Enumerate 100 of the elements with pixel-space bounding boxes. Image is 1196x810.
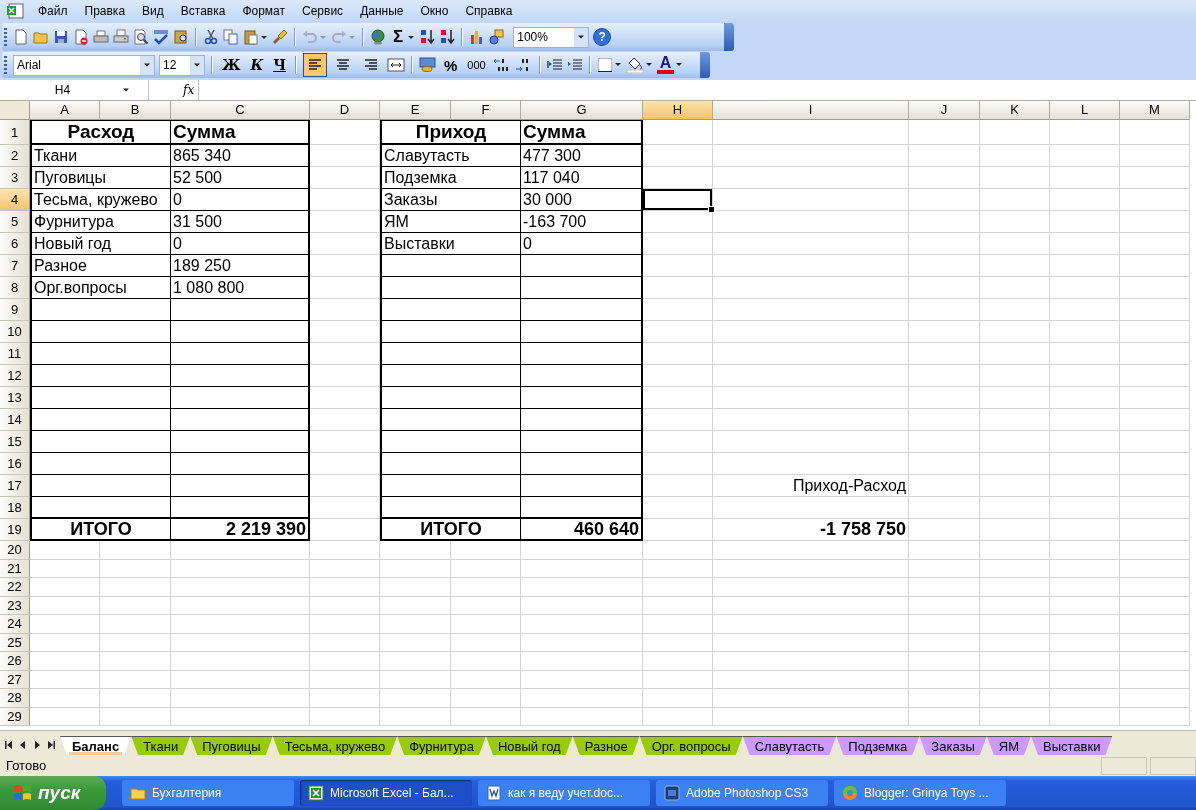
thousands-separator-button[interactable]: 000 [464,59,489,71]
sheet-tab[interactable]: Новый год [485,736,573,755]
table-cell[interactable]: Фурнитура [30,211,171,233]
empty-cell[interactable] [521,365,643,387]
increase-decimal-icon[interactable] [492,57,511,73]
table-cell[interactable]: Приход [380,120,521,145]
row-header[interactable]: 3 [0,167,30,189]
empty-cell[interactable] [380,409,521,431]
column-header[interactable]: K [980,101,1050,120]
sheet-tab[interactable]: Выставки [1031,736,1113,755]
empty-cell[interactable] [380,321,521,343]
font-size-dropdown[interactable]: 12 [159,54,205,76]
previous-sheet-icon[interactable] [18,740,28,750]
sheet-tab[interactable]: Фурнитура [397,736,486,755]
brush-icon[interactable] [272,29,288,45]
table-cell[interactable]: Сумма [521,120,643,145]
row-header[interactable]: 14 [0,409,30,431]
table-cell[interactable]: -1 758 750 [713,519,909,541]
empty-cell[interactable] [380,365,521,387]
table-cell[interactable]: Орг.вопросы [30,277,171,299]
table-cell[interactable]: ЯМ [380,211,521,233]
column-header[interactable]: C [171,101,310,120]
row-header[interactable]: 22 [0,578,30,597]
table-cell[interactable]: Подземка [380,167,521,189]
table-cell[interactable]: ИТОГО [30,519,171,541]
empty-cell[interactable] [380,255,521,277]
empty-cell[interactable] [521,299,643,321]
empty-cell[interactable] [521,277,643,299]
row-header[interactable]: 5 [0,211,30,233]
table-cell[interactable]: 189 250 [171,255,310,277]
table-cell[interactable]: 460 640 [521,519,643,541]
empty-cell[interactable] [521,255,643,277]
sheet-tab[interactable]: Подземка [836,736,920,755]
menu-item[interactable]: Правка [80,4,136,18]
column-header[interactable]: M [1120,101,1190,120]
italic-button[interactable]: К [247,57,267,73]
printer-icon[interactable] [93,29,109,45]
font-color-button[interactable]: A [656,56,675,74]
taskbar-button[interactable]: как я веду учет.doc... [478,780,650,806]
sheet-tab[interactable]: Тесьма, кружево [272,736,398,755]
redo-icon[interactable] [331,29,347,45]
sheet-tab[interactable]: Пуговицы [190,736,273,755]
empty-cell[interactable] [521,387,643,409]
new-document-icon[interactable] [13,29,29,45]
empty-cell[interactable] [380,475,521,497]
name-box[interactable]: H4 [0,80,149,100]
row-header[interactable]: 12 [0,365,30,387]
globe-icon[interactable] [370,29,386,45]
undo-icon[interactable] [302,29,318,45]
column-header[interactable]: B [100,101,171,120]
empty-cell[interactable] [521,321,643,343]
row-header[interactable]: 18 [0,497,30,519]
menu-item[interactable]: Данные [356,4,414,18]
table-cell[interactable]: Выставки [380,233,521,255]
zoom-dropdown[interactable]: 100% [513,26,590,48]
sheet-tab[interactable]: Славутасть [742,736,837,755]
document-icon[interactable] [73,29,89,45]
paint-bucket-icon[interactable] [625,57,644,73]
clipboard-icon[interactable] [243,29,259,45]
column-header[interactable]: F [451,101,521,120]
row-header[interactable]: 26 [0,652,30,671]
row-header[interactable]: 8 [0,277,30,299]
menu-item[interactable]: Справка [461,4,523,18]
check-mark-icon[interactable] [153,29,169,45]
empty-cell[interactable] [521,453,643,475]
table-cell[interactable]: Расход [30,120,171,145]
table-cell[interactable]: 1 080 800 [171,277,310,299]
column-header[interactable]: I [713,101,909,120]
empty-cell[interactable] [171,365,310,387]
table-cell[interactable]: Заказы [380,189,521,211]
underline-button[interactable]: Ч [270,57,289,73]
table-cell[interactable]: Приход-Расход [713,475,909,497]
empty-cell[interactable] [521,431,643,453]
row-header[interactable]: 4 [0,189,30,211]
empty-cell[interactable] [171,453,310,475]
row-header[interactable]: 20 [0,541,30,560]
empty-cell[interactable] [380,343,521,365]
coins-icon[interactable] [418,57,437,73]
menu-item[interactable]: Окно [416,4,459,18]
table-cell[interactable]: Пуговицы [30,167,171,189]
row-header[interactable]: 17 [0,475,30,497]
font-dropdown[interactable]: Arial [13,54,155,76]
table-cell[interactable]: 117 040 [521,167,643,189]
next-sheet-icon[interactable] [32,740,42,750]
empty-cell[interactable] [171,475,310,497]
table-cell[interactable]: 0 [171,189,310,211]
book-icon[interactable] [173,29,189,45]
row-header[interactable]: 19 [0,519,30,541]
toolbar-options-button[interactable] [724,23,734,51]
table-cell[interactable]: 0 [171,233,310,255]
copy-icon[interactable] [223,29,239,45]
empty-cell[interactable] [171,343,310,365]
sheet-tab[interactable]: Орг. вопросы [639,736,743,755]
row-header[interactable]: 10 [0,321,30,343]
percent-button[interactable]: % [440,56,461,74]
sort-ascending-icon[interactable] [419,29,436,45]
column-header[interactable]: J [909,101,980,120]
empty-cell[interactable] [380,431,521,453]
empty-cell[interactable] [380,497,521,519]
insert-function-button[interactable]: fx [179,80,199,100]
